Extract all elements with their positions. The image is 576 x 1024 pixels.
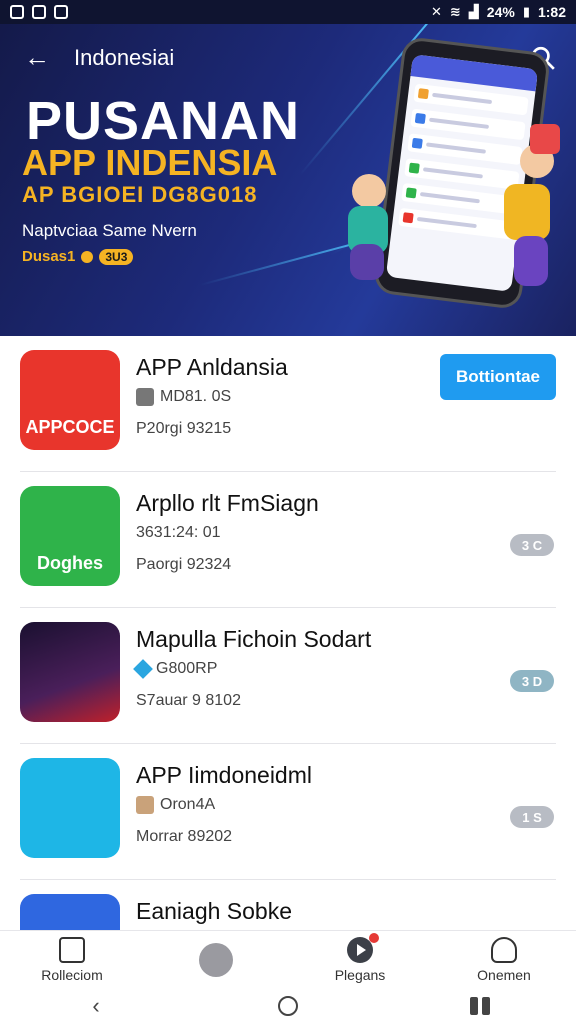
badge-pill: 3U3 [99, 248, 134, 265]
badge-label: Dusas1 [22, 248, 76, 265]
banner-tagline: AP BGIOEI DG8G018 [22, 182, 258, 207]
app-name: APP Iimdoneidml [136, 762, 312, 788]
battery-icon: ▮ [522, 4, 530, 19]
circle-icon [278, 996, 298, 1016]
status-bar: ✕ ≋ ▟ 24% ▮ 1:82 [0, 0, 576, 24]
list-item[interactable]: APPCOCE APP Anldansia MD81. 0S P20rgi 93… [20, 336, 556, 472]
app-meta-secondary: Morrar 89202 [136, 828, 233, 845]
banner-badge: Dusas1 3U3 [22, 248, 134, 265]
rank-badge: 3 D [510, 670, 554, 692]
app-name: APP Anldansia [136, 354, 288, 380]
banner-subheadline: APP INDENSIA [22, 142, 278, 183]
developer-avatar-icon [136, 796, 154, 814]
list-item[interactable]: Doghes Arpllo rlt FmSiagn 3631:24: 01 Pa… [20, 472, 556, 608]
back-arrow-icon[interactable]: ← [24, 42, 54, 73]
chat-notification-icon [54, 5, 68, 19]
nav-collection[interactable]: Rolleciom [0, 931, 144, 988]
list-item[interactable]: APP Iimdoneidml Oron4A Morrar 89202 1 S [20, 744, 556, 880]
system-navigation: ‹ [0, 988, 576, 1024]
collection-icon [59, 936, 85, 963]
nav-home[interactable] [144, 931, 288, 988]
home-icon [199, 942, 233, 977]
app-name: Arpllo rlt FmSiagn [136, 490, 319, 516]
clock: 1:82 [537, 4, 566, 20]
app-name: Mapulla Fichoin Sodart [136, 626, 372, 652]
nav-label: Rolleciom [41, 966, 103, 983]
install-button[interactable]: Bottiontae [440, 354, 556, 400]
page-title: Indonesiai [74, 44, 175, 70]
app-icon [20, 622, 120, 722]
status-notifications [10, 5, 68, 19]
system-home-button[interactable] [268, 991, 308, 1021]
app-developer: G800RP [133, 659, 218, 679]
recents-icon [470, 997, 490, 1015]
profile-icon [491, 936, 517, 963]
app-icon-label: Doghes [36, 553, 103, 573]
app-icon-label: APPCOCE [25, 417, 115, 437]
banner-description: Naptvciaa Same Nvern [22, 221, 197, 240]
app-list: APPCOCE APP Anldansia MD81. 0S P20rgi 93… [0, 336, 576, 1016]
image-notification-icon [10, 5, 24, 19]
app-meta-secondary: S7auar 9 8102 [136, 692, 241, 709]
battery-percent: 24% [486, 4, 515, 20]
nav-label: Onemen [477, 966, 531, 983]
character-illustration-right [490, 124, 570, 304]
app-meta-primary: 3631:24: 01 [136, 524, 221, 541]
rank-badge: 3 C [510, 534, 554, 556]
app-name: Eaniagh Sobke [136, 898, 293, 924]
app-meta-primary: MD81. 0S [160, 388, 232, 405]
status-indicators: ✕ ≋ ▟ 24% ▮ 1:82 [431, 4, 566, 20]
developer-avatar-icon [136, 388, 154, 406]
notification-dot [369, 932, 379, 943]
app-icon: APPCOCE [20, 350, 120, 450]
app-icon [20, 758, 120, 858]
app-meta-primary: G800RP [156, 660, 218, 677]
play-icon [347, 932, 379, 963]
app-meta-secondary: P20rgi 93215 [136, 420, 232, 437]
app-developer: MD81. 0S [136, 388, 231, 406]
system-recents-button[interactable] [460, 991, 500, 1021]
app-icon: Doghes [20, 486, 120, 586]
rank-badge: 1 S [510, 806, 554, 828]
character-illustration-left [340, 174, 400, 284]
coin-icon [81, 250, 94, 263]
hero-banner: ← Indonesiai PUSANAN APP INDENSIA AP BGI… [0, 24, 576, 336]
nav-plegans[interactable]: Plegans [288, 931, 432, 988]
mute-icon: ✕ [430, 4, 442, 19]
message-notification-icon [32, 5, 46, 19]
list-item[interactable]: Mapulla Fichoin Sodart G800RP S7auar 9 8… [20, 608, 556, 744]
signal-icon: ▟ [468, 4, 479, 19]
nav-profile[interactable]: Onemen [432, 931, 576, 988]
developer-badge-icon [133, 659, 153, 679]
bottom-navigation: Rolleciom Plegans Onemen [0, 930, 576, 988]
app-meta-primary: Oron4A [160, 796, 216, 813]
system-back-icon[interactable]: ‹ [76, 991, 116, 1021]
app-meta-secondary: Paorgi 92324 [136, 556, 232, 573]
nav-label: Plegans [334, 966, 386, 983]
wifi-icon: ≋ [449, 4, 461, 19]
app-developer: Oron4A [136, 796, 215, 814]
